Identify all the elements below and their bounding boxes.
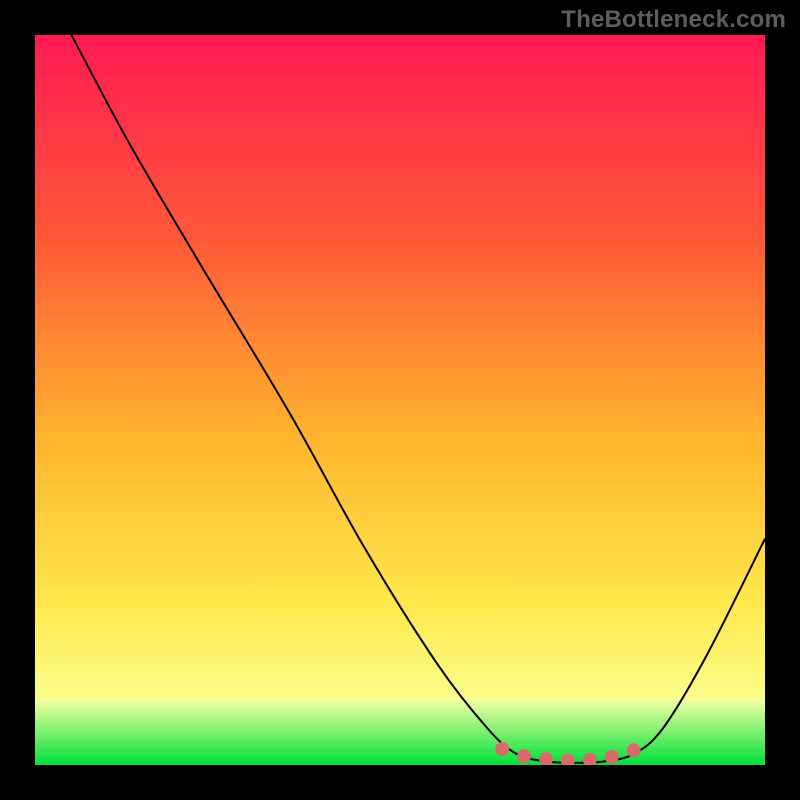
floor-band [35, 699, 765, 765]
marker-dot [517, 749, 531, 763]
watermark-text: TheBottleneck.com [561, 6, 786, 34]
gradient-background [35, 35, 765, 765]
marker-dot [495, 742, 509, 756]
marker-dot [627, 743, 641, 757]
marker-dot [605, 750, 619, 764]
chart-canvas: TheBottleneck.com [0, 0, 800, 800]
bottleneck-chart [35, 35, 765, 765]
